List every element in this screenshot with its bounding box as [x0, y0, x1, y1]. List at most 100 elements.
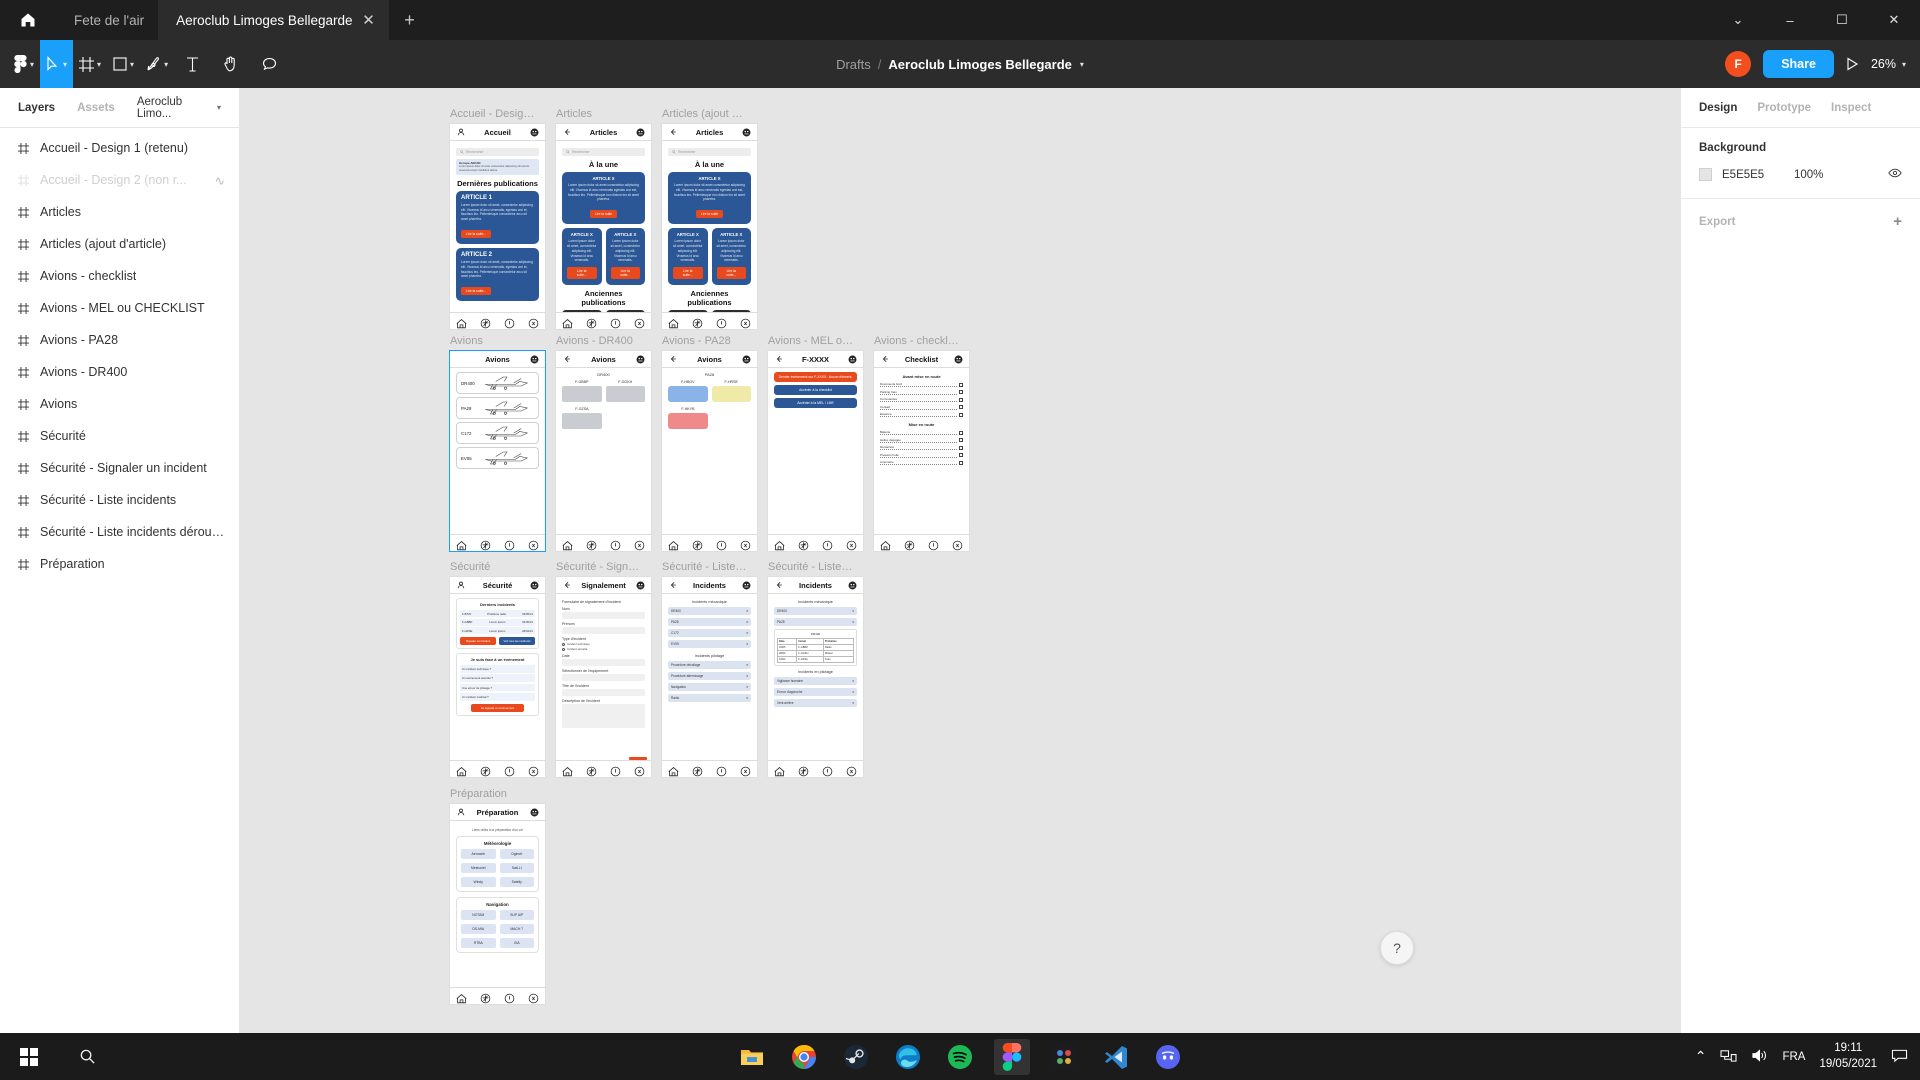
event-choice[interactable]: Un incident médical ?: [460, 693, 535, 701]
back-icon[interactable]: [668, 581, 677, 590]
dropdown-row[interactable]: Vent arrière▾: [774, 699, 857, 707]
nav-security-icon[interactable]: [716, 316, 727, 327]
link-button[interactable]: SatLLI: [500, 863, 535, 873]
frame-articles[interactable]: Articles Rechercher À la une ARTICLE X L…: [556, 124, 651, 329]
frame-label[interactable]: Sécurité - Liste…: [662, 561, 757, 573]
chevron-down-icon[interactable]: ▾: [852, 690, 854, 694]
nav-security-icon[interactable]: [928, 538, 939, 549]
dropdown-row[interactable]: Procédure atterrissage▾: [668, 672, 751, 680]
checklist-item[interactable]: Démarreur: [880, 445, 963, 450]
logo-icon[interactable]: [848, 355, 857, 364]
link-button[interactable]: Meteociel: [461, 863, 496, 873]
nav-prep-icon[interactable]: [740, 316, 751, 327]
nav-home-icon[interactable]: [668, 538, 679, 549]
nav-prep-icon[interactable]: [528, 316, 539, 327]
frame-avions[interactable]: Avions DR400PA28C172EV55: [450, 351, 545, 551]
dropdown-row[interactable]: Radio▾: [668, 694, 751, 702]
action-button[interactable]: Accéder à la checklist: [774, 385, 857, 395]
chevron-down-icon[interactable]: ▾: [63, 60, 67, 69]
file-explorer-icon[interactable]: [734, 1039, 770, 1075]
back-icon[interactable]: [562, 355, 571, 364]
frame-avions-checklist[interactable]: Checklist Avant mise en route Documents …: [874, 351, 969, 551]
help-button[interactable]: ?: [1380, 931, 1414, 965]
event-choice[interactable]: Un événement sécurité ?: [460, 674, 535, 682]
back-icon[interactable]: [562, 128, 571, 137]
frame-securite[interactable]: Sécurité Derniers incidents F-BTZJProblè…: [450, 577, 545, 777]
tray-expand-icon[interactable]: ⌃: [1695, 1048, 1707, 1065]
layer-item[interactable]: Avions - MEL ou CHECKLIST: [0, 292, 239, 324]
incident-row[interactable]: F-GBBPLorem ipsum02/05/21: [460, 619, 535, 626]
figma-menu-icon[interactable]: ▾: [0, 40, 40, 88]
checkbox[interactable]: [959, 413, 963, 417]
chevron-down-icon[interactable]: ▾: [164, 60, 168, 69]
frame-label[interactable]: Sécurité - Liste…: [768, 561, 863, 573]
nav-prep-icon[interactable]: [846, 764, 857, 775]
zoom-control[interactable]: 26% ▾: [1871, 57, 1906, 71]
form-input[interactable]: [562, 689, 645, 696]
logo-icon[interactable]: [636, 581, 645, 590]
chevron-down-icon[interactable]: ▾: [746, 609, 748, 613]
frame-label[interactable]: Articles (ajout …: [662, 108, 757, 120]
nav-planes-icon[interactable]: [480, 991, 491, 1002]
frame-accueil[interactable]: Accueil Rechercher Groupe AEFAR Lorem ip…: [450, 124, 545, 329]
plane-thumb[interactable]: F-GGKH: [606, 380, 646, 402]
frame-label[interactable]: Avions - MEL o…: [768, 335, 863, 347]
color-hex-value[interactable]: E5E5E5: [1722, 169, 1784, 181]
nav-planes-icon[interactable]: [586, 764, 597, 775]
nav-planes-icon[interactable]: [692, 764, 703, 775]
link-button[interactable]: Ogimet: [500, 849, 535, 859]
back-icon[interactable]: [668, 128, 677, 137]
tab-prototype[interactable]: Prototype: [1757, 102, 1811, 114]
layer-item[interactable]: Avions - checklist: [0, 260, 239, 292]
profile-icon[interactable]: [456, 128, 465, 137]
chevron-down-icon[interactable]: ▾: [746, 642, 748, 646]
logo-icon[interactable]: [530, 355, 539, 364]
nav-security-icon[interactable]: [822, 538, 833, 549]
nav-planes-icon[interactable]: [480, 316, 491, 327]
dropdown-row[interactable]: PA28▾: [668, 618, 751, 626]
view-incidents-button[interactable]: Voir tous les incidents: [499, 637, 535, 645]
chevron-down-icon[interactable]: ▾: [746, 696, 748, 700]
read-more-button[interactable]: Lire la suite...: [611, 267, 641, 279]
nav-home-icon[interactable]: [880, 538, 891, 549]
radio-option[interactable]: Incident sécurité: [562, 647, 645, 651]
nav-prep-icon[interactable]: [952, 538, 963, 549]
chevron-down-icon[interactable]: ▾: [852, 679, 854, 683]
figma-icon[interactable]: [994, 1039, 1030, 1075]
read-more-button[interactable]: Lire la suite...: [461, 287, 491, 295]
article-card[interactable]: ARTICLE X Lorem ipsum dolor sit amet, co…: [668, 228, 708, 285]
article-card[interactable]: ARTICLE X Lorem ipsum dolor sit amet, co…: [562, 228, 602, 285]
layer-item[interactable]: Sécurité - Signaler un incident: [0, 452, 239, 484]
layer-item[interactable]: Préparation: [0, 548, 239, 580]
action-button[interactable]: Dernier événement sur F-XXXX : Aucun élé…: [774, 372, 857, 382]
form-textarea[interactable]: [562, 704, 645, 728]
logo-icon[interactable]: [848, 581, 857, 590]
profile-icon[interactable]: [456, 808, 465, 817]
frame-avions-mel[interactable]: F-XXXX Dernier événement sur F-XXXX : Au…: [768, 351, 863, 551]
chevron-down-icon[interactable]: ▾: [217, 103, 221, 112]
checklist-item[interactable]: Parking frein: [880, 390, 963, 395]
checklist-item[interactable]: Pression huile: [880, 453, 963, 458]
nav-security-icon[interactable]: [504, 538, 515, 549]
logo-icon[interactable]: [742, 128, 751, 137]
search-input[interactable]: Rechercher: [456, 148, 539, 156]
checkbox[interactable]: [959, 431, 963, 435]
visibility-toggle-icon[interactable]: [1888, 167, 1902, 182]
checklist-item[interactable]: Contact: [880, 405, 963, 410]
read-more-button[interactable]: Lire la suite...: [673, 267, 703, 279]
dropdown-row[interactable]: DR400▾: [668, 607, 751, 615]
search-icon[interactable]: [58, 1048, 116, 1065]
nav-security-icon[interactable]: [610, 538, 621, 549]
checkbox[interactable]: [959, 398, 963, 402]
frame-articles-ajout[interactable]: Articles Rechercher À la une ARTICLE X L…: [662, 124, 757, 329]
action-button[interactable]: Accéder à la MEL / LME: [774, 398, 857, 408]
chevron-down-icon[interactable]: ▾: [746, 674, 748, 678]
checkbox[interactable]: [959, 446, 963, 450]
microsoft-edge-icon[interactable]: [890, 1039, 926, 1075]
nav-home-icon[interactable]: [668, 316, 679, 327]
window-maximize-button[interactable]: ☐: [1816, 0, 1868, 40]
read-more-button[interactable]: Lire la suite...: [461, 230, 491, 238]
nav-prep-icon[interactable]: [634, 764, 645, 775]
nav-prep-icon[interactable]: [528, 764, 539, 775]
logo-icon[interactable]: [954, 355, 963, 364]
